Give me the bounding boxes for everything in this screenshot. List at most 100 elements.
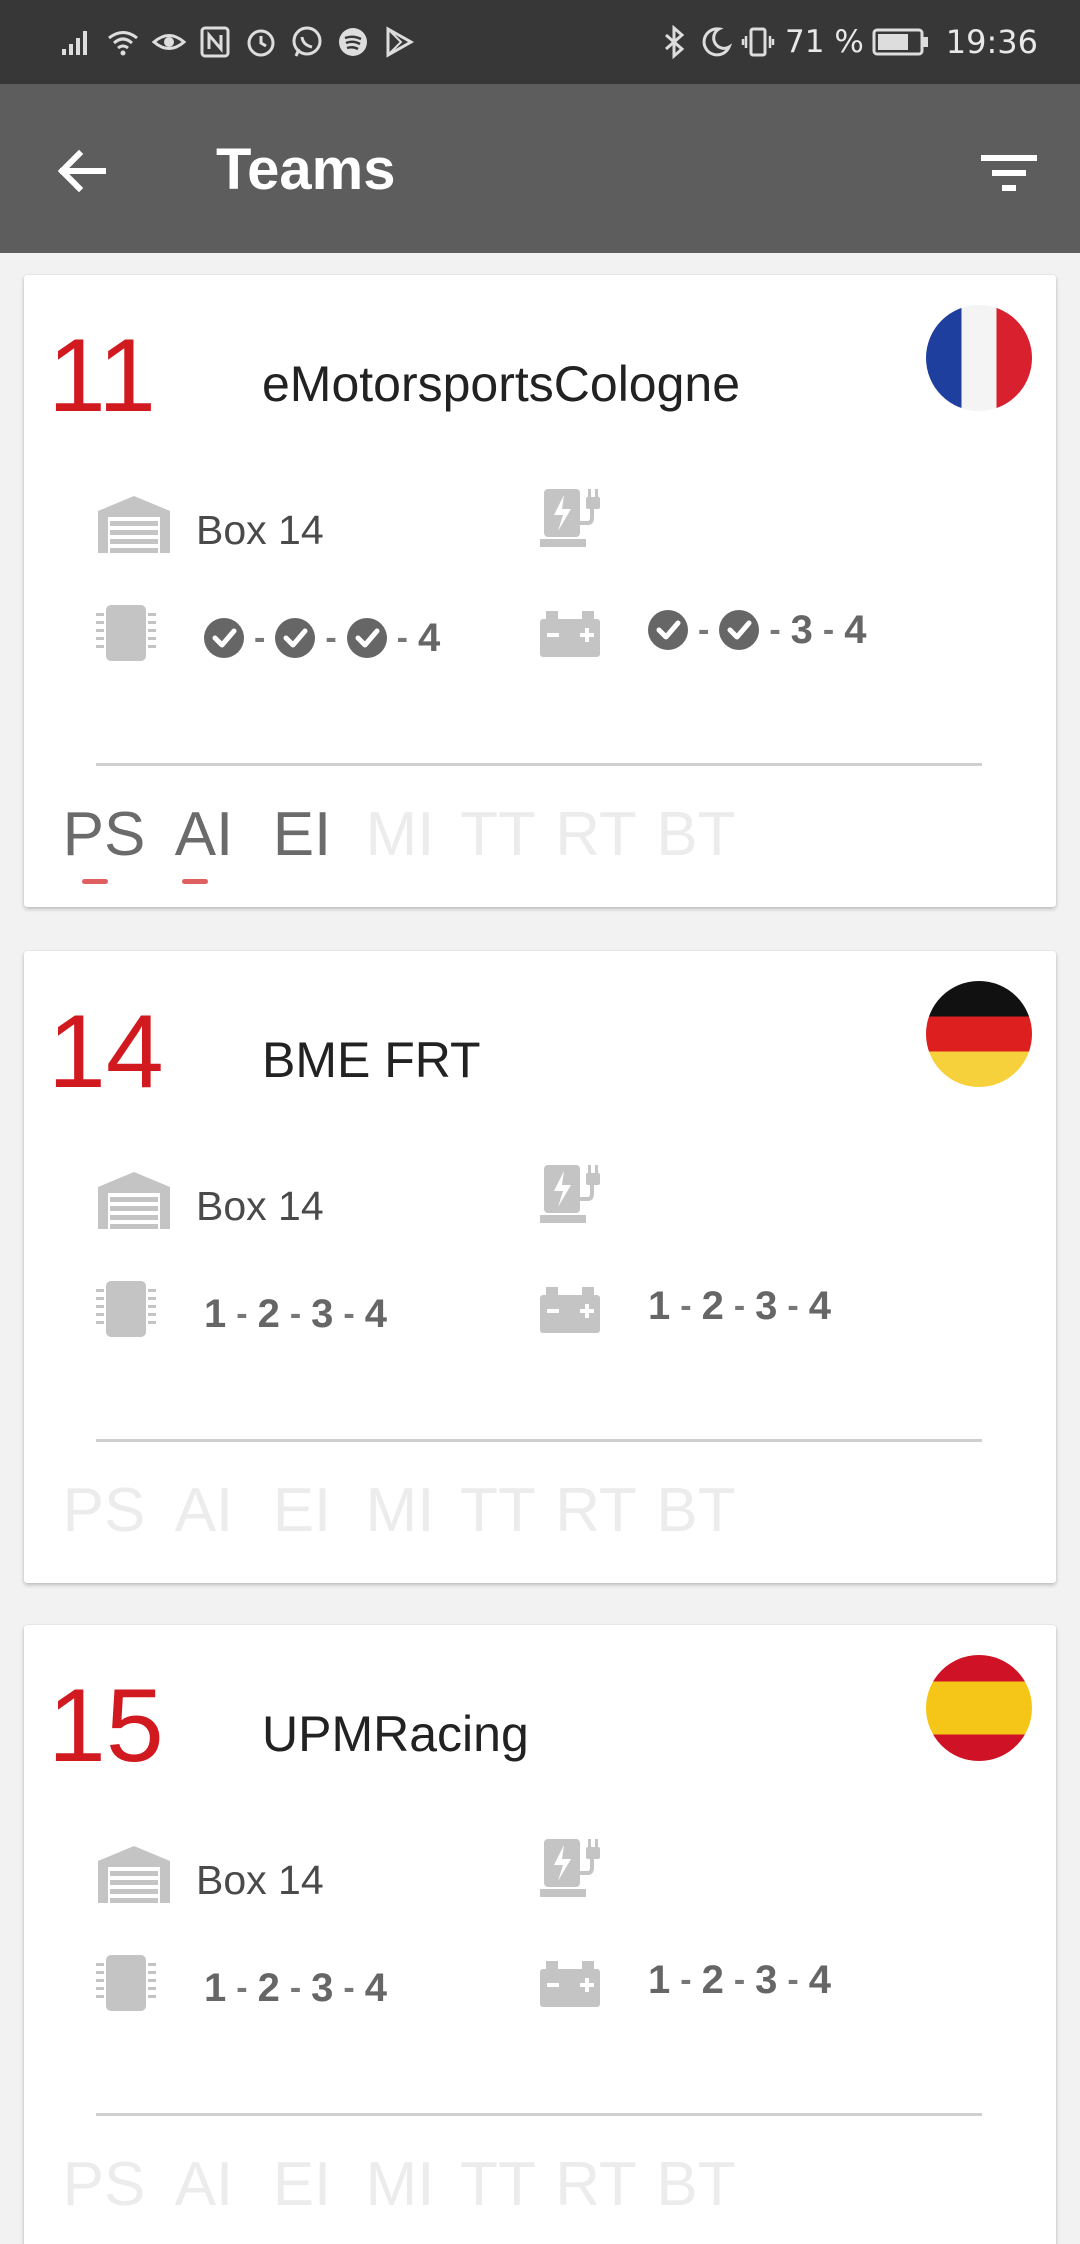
check-circle-icon <box>346 618 387 658</box>
filter-button[interactable] <box>974 138 1044 208</box>
tab-rt[interactable]: RT <box>546 1471 646 1551</box>
step-number: 1 <box>204 1292 227 1336</box>
tab-bt[interactable]: BT <box>646 1471 746 1551</box>
back-button[interactable] <box>46 136 116 206</box>
chip-steps: 1-2-3-4 <box>204 1291 387 1337</box>
step-separator: - <box>396 619 408 657</box>
team-card[interactable]: 11 eMotorsportsCologne Box 14 ---4 --3-4… <box>24 275 1056 907</box>
step-separator: - <box>236 1295 248 1333</box>
moon-icon <box>702 27 733 57</box>
battery-steps: --3-4 <box>648 607 866 653</box>
tab-label: TT <box>460 1476 536 1545</box>
battery-pack-icon <box>540 1961 600 2007</box>
tab-ps[interactable]: PS <box>54 2145 154 2225</box>
event-tabs: PS AI EI MI TT RT BT <box>54 2145 1054 2235</box>
team-list[interactable]: 11 eMotorsportsCologne Box 14 ---4 --3-4… <box>0 253 1080 2244</box>
tab-label: RT <box>555 2150 637 2219</box>
step-separator: - <box>733 1287 746 1325</box>
divider <box>96 1439 982 1442</box>
step-number: 2 <box>701 1284 724 1328</box>
tab-tt[interactable]: TT <box>448 1471 548 1551</box>
wifi-icon <box>108 31 138 56</box>
chip-icon <box>96 1955 156 2011</box>
step-number: 3 <box>755 1284 778 1328</box>
vibrate-icon <box>741 27 775 57</box>
step-number: 1 <box>648 1284 671 1328</box>
tab-ai[interactable]: AI <box>154 1471 254 1551</box>
tab-label: MI <box>365 2150 435 2219</box>
step-separator: - <box>680 1287 692 1325</box>
ev-charging-icon <box>540 489 600 547</box>
step-number: 1 <box>204 1966 227 2010</box>
team-card[interactable]: 15 UPMRacing Box 14 1-2-3-4 1-2-3-4 PS AI… <box>24 1625 1056 2244</box>
tab-ai[interactable]: AI <box>154 2145 254 2225</box>
divider <box>96 763 982 766</box>
event-tabs: PS AI EI MI TT RT BT <box>54 1471 1054 1561</box>
team-number: 11 <box>48 318 156 434</box>
tab-mi[interactable]: MI <box>350 2145 450 2225</box>
check-circle-icon <box>275 618 316 658</box>
garage-icon <box>98 1172 170 1229</box>
step-number: 2 <box>701 1958 724 2002</box>
team-name: eMotorsportsCologne <box>262 356 741 412</box>
step-number: 4 <box>808 1958 831 2002</box>
box-label: Box 14 <box>196 1183 324 1229</box>
step-separator: - <box>325 619 337 657</box>
tab-label: EI <box>272 2150 332 2219</box>
tab-label: BT <box>656 1476 736 1545</box>
tab-label: AI <box>174 800 234 869</box>
box-label: Box 14 <box>196 507 324 553</box>
step-number: 4 <box>808 1284 831 1328</box>
play-store-icon <box>386 26 415 58</box>
filter-icon <box>981 155 1037 191</box>
tab-indicator <box>182 879 208 884</box>
battery-pack-icon <box>540 611 600 657</box>
tab-label: AI <box>174 1476 234 1545</box>
tab-mi[interactable]: MI <box>350 795 450 875</box>
status-bar: 71 % 19:36 <box>0 0 1080 84</box>
step-separator: - <box>787 1961 799 1999</box>
tab-mi[interactable]: MI <box>350 1471 450 1551</box>
tab-bt[interactable]: BT <box>646 795 746 875</box>
step-number: 2 <box>257 1292 280 1336</box>
tab-bt[interactable]: BT <box>646 2145 746 2225</box>
nfc-icon <box>200 26 230 58</box>
step-separator: - <box>236 1969 248 2007</box>
tab-ai[interactable]: AI <box>154 795 254 884</box>
step-number: 3 <box>790 608 813 652</box>
team-name: BME FRT <box>262 1032 481 1088</box>
tab-label: RT <box>555 1476 637 1545</box>
step-number: 3 <box>311 1966 334 2010</box>
tab-label: PS <box>62 800 146 869</box>
tab-label: PS <box>62 2150 146 2219</box>
eye-icon <box>152 34 186 50</box>
garage-icon <box>98 496 170 553</box>
tab-ei[interactable]: EI <box>252 2145 352 2225</box>
team-number: 14 <box>48 994 164 1110</box>
team-card[interactable]: 14 BME FRT Box 14 1-2-3-4 1-2-3-4 PS AI EI… <box>24 951 1056 1583</box>
step-number: 3 <box>311 1292 334 1336</box>
chip-steps: 1-2-3-4 <box>204 1965 387 2011</box>
status-icons-right: 71 % 19:36 <box>657 20 1038 64</box>
tab-rt[interactable]: RT <box>546 795 646 875</box>
tab-tt[interactable]: TT <box>448 2145 548 2225</box>
divider <box>96 2113 982 2116</box>
tab-tt[interactable]: TT <box>448 795 548 875</box>
battery-pack-icon <box>540 1287 600 1333</box>
step-separator: - <box>698 611 710 649</box>
tab-ps[interactable]: PS <box>54 795 154 884</box>
tab-label: PS <box>62 1476 146 1545</box>
tab-ei[interactable]: EI <box>252 795 352 875</box>
step-number: 4 <box>364 1966 387 2010</box>
signal-icon <box>62 31 87 55</box>
tab-ei[interactable]: EI <box>252 1471 352 1551</box>
battery-percent: 71 % <box>785 24 864 60</box>
battery-steps: 1-2-3-4 <box>648 1283 831 1329</box>
tab-ps[interactable]: PS <box>54 1471 154 1551</box>
tab-rt[interactable]: RT <box>546 2145 646 2225</box>
check-circle-icon <box>719 610 760 650</box>
step-separator: - <box>680 1961 692 1999</box>
team-number: 15 <box>48 1668 164 1784</box>
flag-spain-icon <box>926 1655 1032 1761</box>
step-number: 1 <box>648 1958 671 2002</box>
